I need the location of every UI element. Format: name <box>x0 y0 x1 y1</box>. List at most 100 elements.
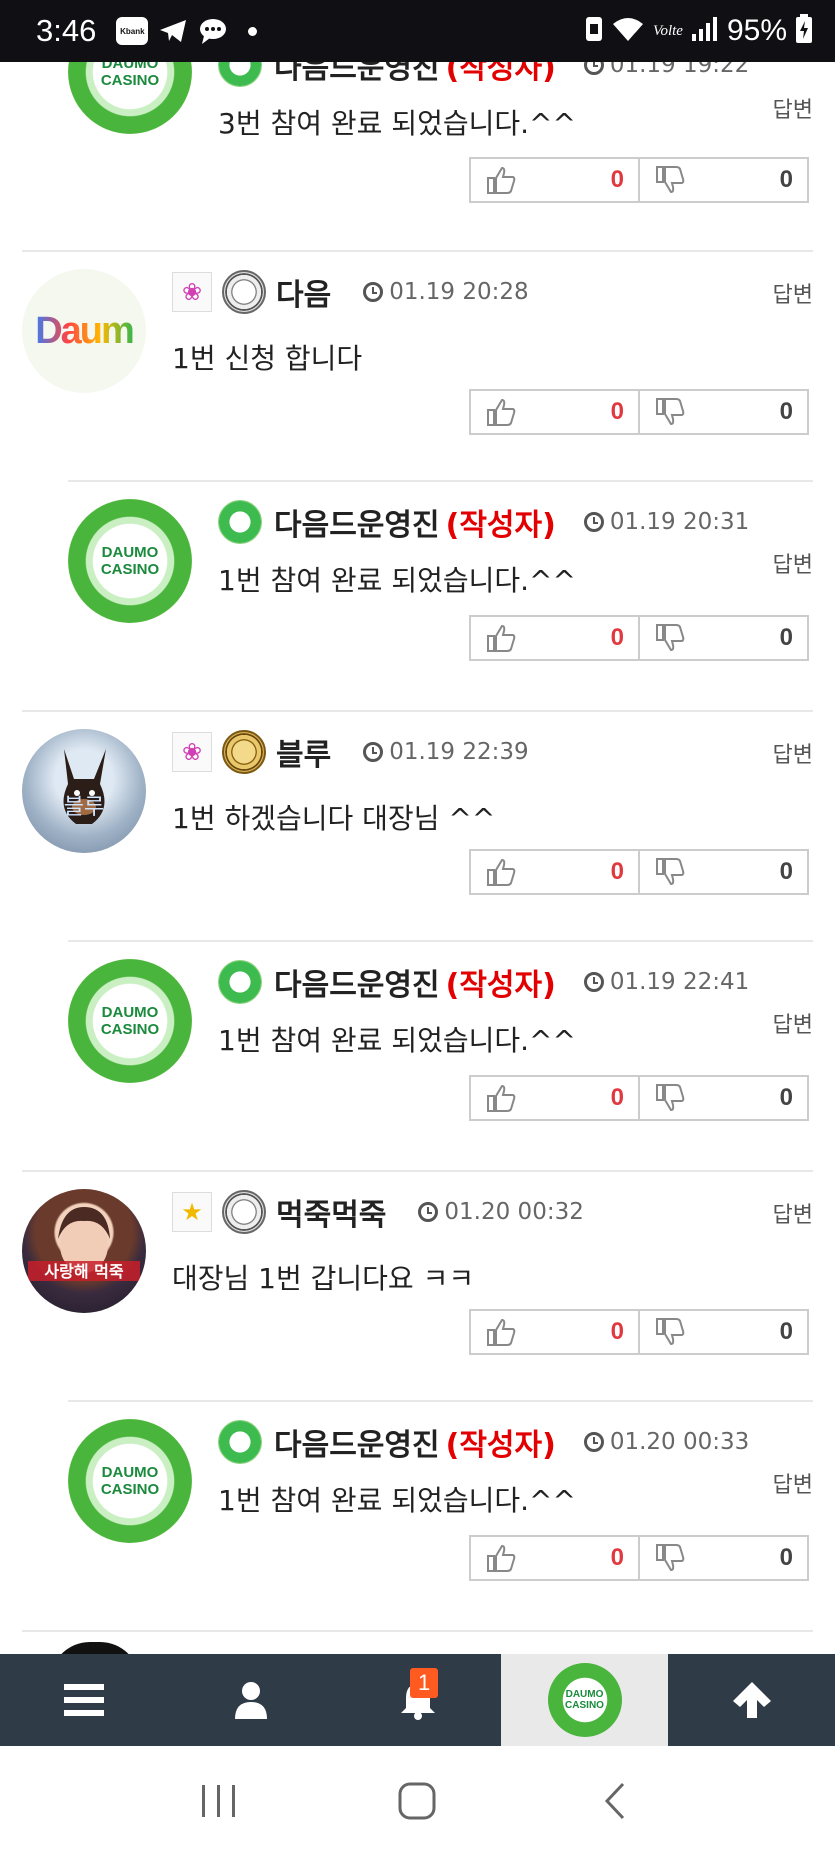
back-button[interactable] <box>576 1771 656 1831</box>
thumbs-down-icon <box>656 1318 685 1346</box>
author-name[interactable]: 다음드운영진 <box>274 960 440 1004</box>
thumbs-down-icon <box>656 1084 685 1112</box>
author-name[interactable]: 블루 <box>276 730 331 774</box>
author-tag: (작성자) <box>445 968 556 1003</box>
home-logo-button[interactable]: DAUMO CASINO <box>501 1654 668 1746</box>
reply-button[interactable]: 답변 <box>773 737 813 769</box>
dislike-button[interactable]: 0 <box>638 159 807 201</box>
like-button[interactable]: 0 <box>471 851 638 893</box>
recent-apps-icon <box>202 1785 236 1817</box>
comment-item: DAUMO CASINO 다음드운영진 (작성자) 01.19 22:41 답변 … <box>0 957 835 1127</box>
home-icon <box>398 1782 436 1820</box>
thumbs-up-icon <box>487 1084 516 1112</box>
comment-date: 01.19 22:41 <box>583 969 749 995</box>
profile-button[interactable] <box>167 1654 334 1746</box>
thumbs-up-icon <box>487 398 516 426</box>
reply-button[interactable]: 답변 <box>773 277 813 309</box>
dog-image: 블루 <box>63 749 106 824</box>
comment-list: DAUMO CASINO 다음드운영진 (작성자) 01.19 19:22 답변 … <box>0 62 835 1654</box>
author-name[interactable]: 다음드운영진 <box>274 500 440 544</box>
reply-button[interactable]: 답변 <box>773 547 813 579</box>
like-button[interactable]: 0 <box>471 159 638 201</box>
reply-button[interactable]: 답변 <box>773 1467 813 1499</box>
vote-bar: 0 0 <box>469 1535 809 1581</box>
like-button[interactable]: 0 <box>471 1537 638 1579</box>
dislike-count: 0 <box>779 858 793 885</box>
comment-text: 대장님 1번 갑니다요 ㅋㅋ <box>172 1262 475 1295</box>
menu-button[interactable] <box>0 1654 167 1746</box>
avatar: DAUMO CASINO <box>68 959 192 1083</box>
comment-meta: 다음드운영진 (작성자) 01.20 00:33 <box>218 1417 749 1467</box>
wifi-icon <box>611 16 645 46</box>
dislike-button[interactable]: 0 <box>638 1311 807 1353</box>
home-button[interactable] <box>377 1771 457 1831</box>
comment-meta: ❀ 블루 01.19 22:39 <box>172 727 529 777</box>
thumbs-up-icon <box>487 1318 516 1346</box>
like-button[interactable]: 0 <box>471 617 638 659</box>
comment-text: 1번 참여 완료 되었습니다.^^ <box>218 1024 576 1057</box>
thumbs-down-icon <box>656 858 685 886</box>
author-name[interactable]: 다음드운영진 <box>274 1420 440 1464</box>
thumbs-down-icon <box>656 624 685 652</box>
author-name[interactable]: 다음 <box>276 270 331 314</box>
reply-button[interactable]: 답변 <box>773 92 813 124</box>
clock-icon <box>363 742 384 762</box>
like-count: 0 <box>610 1544 624 1571</box>
dislike-button[interactable]: 0 <box>638 391 807 433</box>
comment-meta: ★ 먹죽먹죽 01.20 00:32 <box>172 1187 584 1237</box>
reply-button[interactable]: 답변 <box>773 1007 813 1039</box>
dislike-count: 0 <box>779 1318 793 1345</box>
daumo-logo-icon: DAUMO CASINO <box>547 1663 622 1737</box>
comment-date: 01.19 19:22 <box>583 62 749 78</box>
vote-bar: 0 0 <box>469 1309 809 1355</box>
comment-item: 사랑해 먹죽 ★ 먹죽먹죽 01.20 00:32 답변 대장님 1번 갑니다요… <box>0 1187 835 1357</box>
silver-level-icon <box>222 270 266 314</box>
clock-icon <box>363 282 384 302</box>
next-avatar-edge <box>50 1642 140 1654</box>
dislike-button[interactable]: 0 <box>638 1537 807 1579</box>
dislike-button[interactable]: 0 <box>638 851 807 893</box>
notifications-button[interactable]: 1 <box>334 1654 501 1746</box>
thumbs-down-icon <box>656 166 685 194</box>
like-button[interactable]: 0 <box>471 391 638 433</box>
gold-level-icon <box>222 730 266 774</box>
staff-badge-icon <box>218 62 262 87</box>
clock-icon <box>583 1432 604 1452</box>
clock-icon <box>583 512 604 532</box>
author-tag: (작성자) <box>445 1428 556 1463</box>
bottom-app-nav: 1 DAUMO CASINO <box>0 1654 835 1746</box>
like-button[interactable]: 0 <box>471 1311 638 1353</box>
divider <box>68 940 813 942</box>
comment-date: 01.20 00:32 <box>418 1199 584 1225</box>
profile-photo: 사랑해 먹죽 <box>28 1207 140 1281</box>
dislike-button[interactable]: 0 <box>638 1077 807 1119</box>
author-name[interactable]: 다음드운영진 <box>274 62 440 87</box>
comment-text: 1번 참여 완료 되었습니다.^^ <box>218 564 576 597</box>
reply-button[interactable]: 답변 <box>773 1197 813 1229</box>
signal-icon <box>691 16 719 46</box>
scroll-top-button[interactable] <box>668 1654 835 1746</box>
kbank-icon: Kbank <box>116 17 149 45</box>
avatar-logo-text: DAUMO CASINO <box>100 1464 160 1498</box>
like-button[interactable]: 0 <box>471 1077 638 1119</box>
comment-item: DAUMO CASINO 다음드운영진 (작성자) 01.19 19:22 답변 … <box>0 62 835 212</box>
divider <box>22 250 813 252</box>
dislike-button[interactable]: 0 <box>638 617 807 659</box>
telegram-icon <box>158 18 188 44</box>
status-bar: 3:46 Kbank Volte 95% <box>0 0 835 62</box>
author-tag: (작성자) <box>445 62 556 86</box>
recent-apps-button[interactable] <box>179 1771 259 1831</box>
comment-date: 01.19 20:31 <box>583 509 749 535</box>
star-badge-icon: ★ <box>172 1192 212 1232</box>
battery-charging-icon <box>795 14 813 48</box>
battery-percent: 95% <box>726 14 787 47</box>
comment-item: Daum ❀ 다음 01.19 20:28 답변 1번 신청 합니다 0 0 <box>0 267 835 437</box>
dislike-count: 0 <box>779 398 793 425</box>
avatar-logo-text: DAUMO CASINO <box>100 1004 160 1038</box>
arrow-up-icon <box>732 1682 771 1718</box>
author-name[interactable]: 먹죽먹죽 <box>276 1190 386 1234</box>
dislike-count: 0 <box>779 166 793 193</box>
grape-badge-icon: ❀ <box>172 272 212 312</box>
sim-icon <box>585 16 603 46</box>
comment-item: DAUMO CASINO 다음드운영진 (작성자) 01.20 00:33 답변 … <box>0 1417 835 1587</box>
